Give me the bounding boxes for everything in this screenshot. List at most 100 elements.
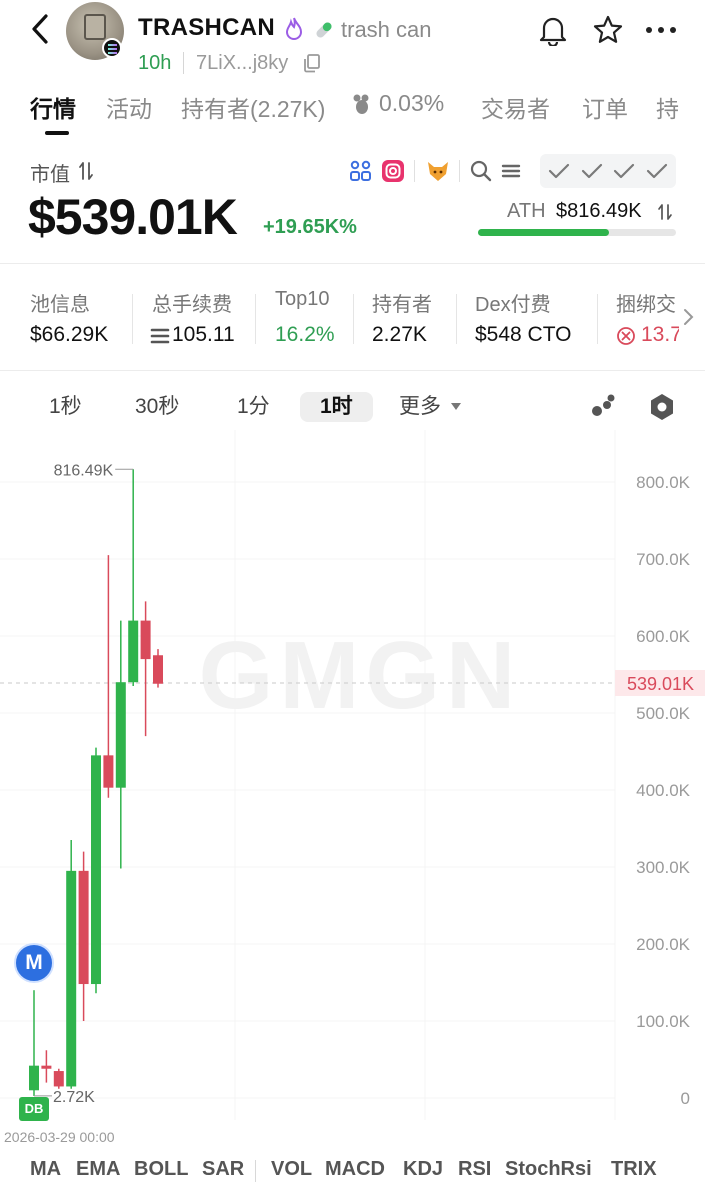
high-marker-label: 816.49K xyxy=(54,462,114,479)
stat-fees-value: 105.11 xyxy=(172,323,235,346)
stat-holders-label: 持有者 xyxy=(372,294,432,316)
candle-body xyxy=(91,755,101,985)
instagram-icon[interactable] xyxy=(380,158,406,184)
stat-bundle-label: 捆绑交 xyxy=(616,294,676,316)
low-marker-label: 2.72K xyxy=(53,1089,95,1106)
y-axis-label: 0 xyxy=(681,1089,690,1108)
search-icon[interactable] xyxy=(468,158,494,184)
section-divider xyxy=(0,263,705,264)
list-icon[interactable] xyxy=(498,158,524,184)
timeframe-1m[interactable]: 1分 xyxy=(237,392,270,422)
stat-divider xyxy=(456,294,457,344)
y-axis-label: 300.0K xyxy=(636,858,691,877)
rat-icon xyxy=(353,94,369,114)
chevron-right-icon[interactable] xyxy=(682,306,696,328)
fee-icon xyxy=(150,328,170,344)
copy-icon[interactable] xyxy=(303,53,321,73)
candle-body xyxy=(66,870,77,1087)
settings-hexagon-icon[interactable] xyxy=(647,392,677,422)
market-cap-change: +19.65K% xyxy=(263,216,357,238)
stat-divider xyxy=(353,294,354,344)
check-icon xyxy=(581,163,603,179)
stat-fees-label: 总手续费 xyxy=(152,294,232,316)
indicator-vol[interactable]: VOL xyxy=(271,1158,312,1181)
timeframe-1h[interactable]: 1时 xyxy=(300,392,373,422)
social-divider-2 xyxy=(459,160,460,182)
stat-dex-value: $548 CTO xyxy=(475,323,572,346)
pill-icon xyxy=(316,22,332,38)
stat-top10-label: Top10 xyxy=(275,288,330,310)
social-divider xyxy=(414,160,415,182)
tab-traders[interactable]: 交易者 xyxy=(481,90,550,124)
check-icon xyxy=(548,163,570,179)
candle-body xyxy=(78,870,89,985)
stat-dex-label: Dex付费 xyxy=(475,294,551,316)
stat-divider xyxy=(597,294,598,344)
back-arrow-icon[interactable] xyxy=(26,12,56,46)
stat-pool-value[interactable]: $66.29K xyxy=(30,323,108,347)
more-options-icon[interactable] xyxy=(644,24,678,36)
tab-activity[interactable]: 活动 xyxy=(106,90,152,124)
stat-divider xyxy=(132,294,133,344)
swap-sort-icon[interactable] xyxy=(77,160,95,182)
stat-holders-value: 2.27K xyxy=(372,323,427,346)
ath-progress-fill xyxy=(478,229,609,236)
stat-bundle-value: 13.7 xyxy=(641,323,679,346)
tab-market[interactable]: 行情 xyxy=(30,90,76,124)
swap-sort-icon[interactable] xyxy=(657,202,673,222)
db-marker-badge[interactable]: DB xyxy=(19,1097,49,1121)
price-chart[interactable]: GMGN 800.0K 700.0K 600.0K 500.0K 400.0K 300.0K… xyxy=(0,430,705,1145)
m-marker-badge[interactable]: M xyxy=(14,943,54,983)
current-price-label: 539.01K xyxy=(627,674,694,694)
fox-icon[interactable] xyxy=(425,158,451,184)
indicator-boll[interactable]: BOLL xyxy=(134,1158,188,1181)
candle-body xyxy=(153,655,163,684)
indicator-stochrsi[interactable]: StochRsi xyxy=(505,1158,592,1181)
indicator-trix[interactable]: TRIX xyxy=(611,1158,657,1181)
timeframe-30s[interactable]: 30秒 xyxy=(135,392,179,422)
candle-body xyxy=(53,1071,64,1087)
contract-address[interactable]: 7LiX...j8ky xyxy=(196,52,288,75)
timeframe-more[interactable]: 更多 xyxy=(399,392,441,422)
timeframe-1s[interactable]: 1秒 xyxy=(49,392,82,422)
solana-icon xyxy=(102,38,122,58)
stat-pool-label: 池信息 xyxy=(30,294,90,316)
community-icon[interactable] xyxy=(348,158,374,184)
indicator-ema[interactable]: EMA xyxy=(76,1158,120,1181)
indicator-ma[interactable]: MA xyxy=(30,1158,61,1181)
indicator-macd[interactable]: MACD xyxy=(325,1158,385,1181)
section-divider xyxy=(0,370,705,371)
chart-start-date: 2026-03-29 00:00 xyxy=(4,1129,115,1145)
y-axis-label: 200.0K xyxy=(636,935,691,954)
candle-body xyxy=(115,682,126,788)
warning-x-icon xyxy=(617,327,635,345)
token-age: 10h xyxy=(138,52,172,74)
indicator-kdj[interactable]: KDJ xyxy=(403,1158,443,1181)
candle-body xyxy=(140,620,151,660)
gmgn-watermark: GMGN xyxy=(199,622,522,729)
star-icon[interactable] xyxy=(592,14,624,46)
tab-rat-percent[interactable]: 0.03% xyxy=(379,90,444,117)
stat-divider xyxy=(255,294,256,344)
check-icon xyxy=(613,163,635,179)
market-cap-label: 市值 xyxy=(30,164,70,186)
candle-body xyxy=(103,755,114,788)
fire-icon xyxy=(285,17,303,40)
tab-holdings[interactable]: 持 xyxy=(656,90,679,124)
indicator-divider xyxy=(255,1160,256,1182)
tab-holders[interactable]: 持有者(2.27K) xyxy=(181,90,325,124)
candle-body xyxy=(128,620,139,683)
indicator-rsi[interactable]: RSI xyxy=(458,1158,491,1181)
tab-underline xyxy=(45,131,69,135)
caret-down-icon[interactable] xyxy=(450,399,462,413)
y-axis-label: 500.0K xyxy=(636,704,691,723)
tab-orders[interactable]: 订单 xyxy=(582,90,628,124)
y-axis-label: 700.0K xyxy=(636,550,691,569)
y-axis-label: 400.0K xyxy=(636,781,691,800)
bell-icon[interactable] xyxy=(538,14,568,46)
y-axis-label: 100.0K xyxy=(636,1012,691,1031)
token-name: TRASHCAN xyxy=(138,14,276,41)
indicator-dots-icon[interactable] xyxy=(590,393,618,419)
candle-body xyxy=(41,1065,52,1069)
indicator-sar[interactable]: SAR xyxy=(202,1158,244,1181)
